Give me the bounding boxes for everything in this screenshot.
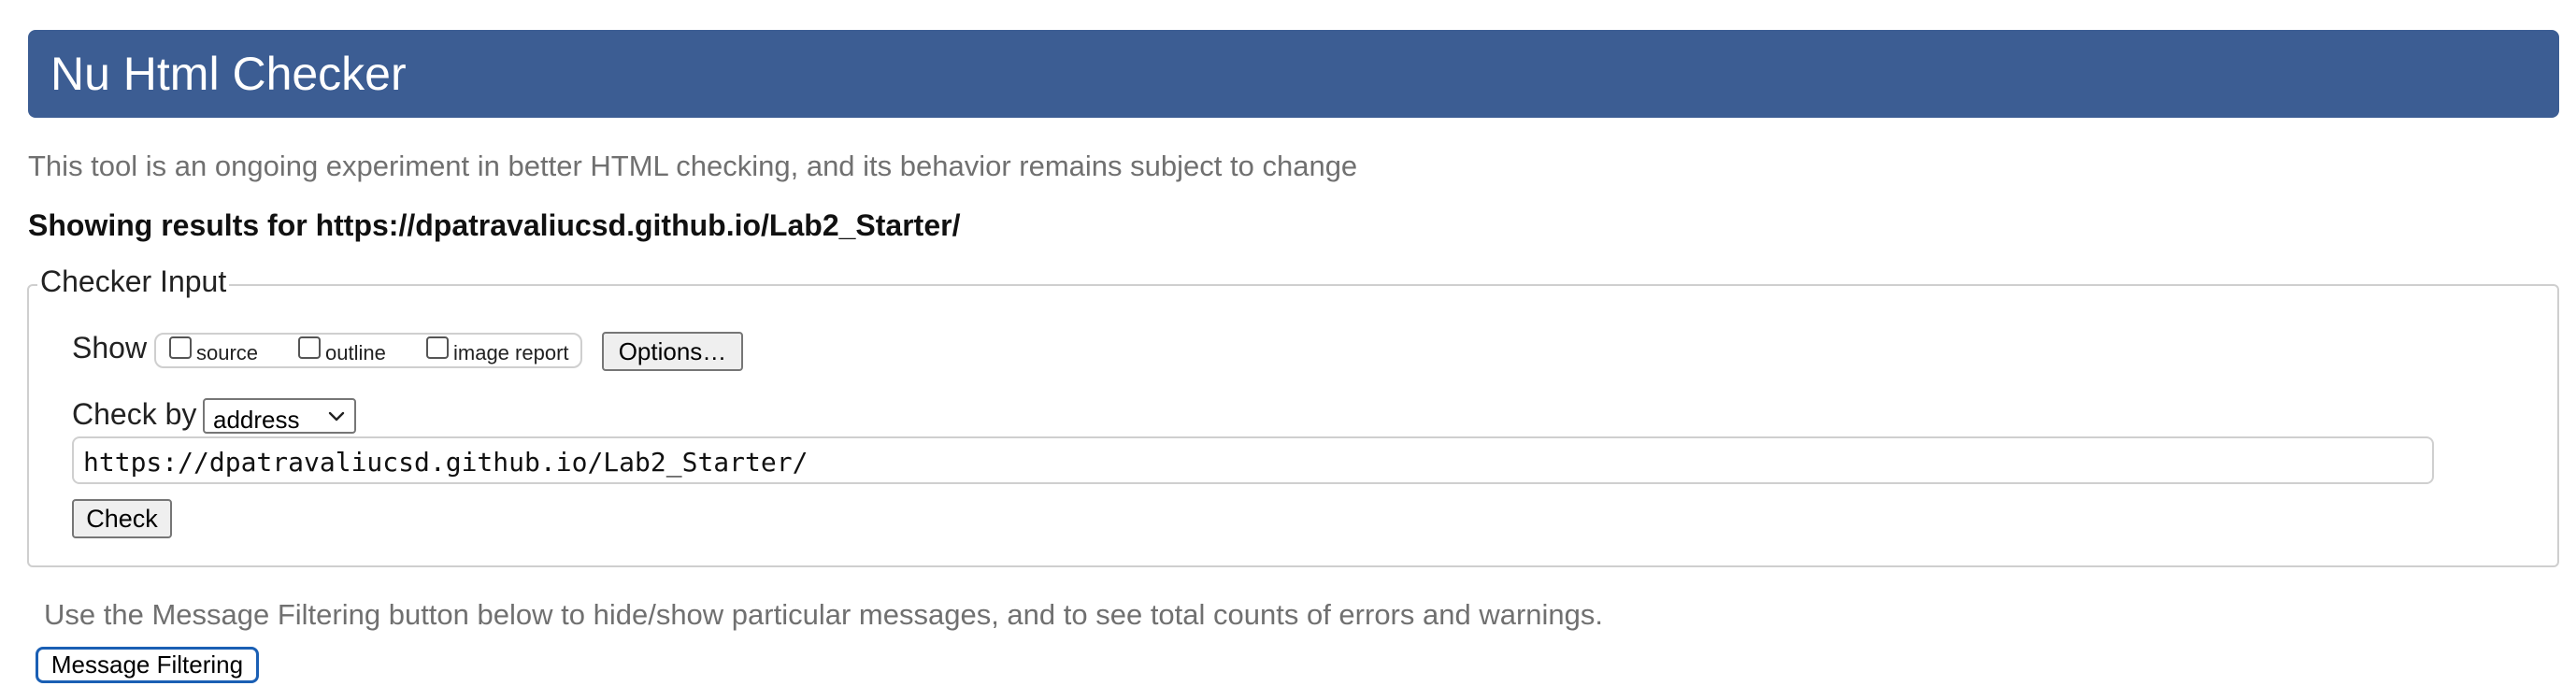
outline-checkbox-label: outline — [325, 341, 386, 364]
intro-text: This tool is an ongoing experiment in be… — [28, 150, 1358, 182]
url-input[interactable]: https://dpatravaliucsd.github.io/Lab2_St… — [72, 436, 2434, 484]
options-button[interactable]: Options… — [602, 332, 743, 371]
page-header: Nu Html Checker — [28, 30, 2559, 118]
source-checkbox[interactable] — [169, 336, 192, 359]
results-heading: Showing results for https://dpatravaliuc… — [28, 208, 961, 242]
check-button[interactable]: Check — [72, 499, 172, 538]
source-checkbox-label: source — [196, 341, 259, 364]
check-by-label: Check by — [72, 397, 197, 431]
checker-input-fieldset — [27, 284, 2559, 567]
checker-input-legend: Checker Input — [37, 264, 230, 299]
chevron-down-icon — [328, 411, 345, 422]
url-input-value: https://dpatravaliucsd.github.io/Lab2_St… — [83, 447, 809, 478]
show-label: Show — [72, 331, 148, 364]
outline-checkbox[interactable] — [298, 336, 321, 359]
page-title: Nu Html Checker — [50, 48, 407, 100]
check-by-selected-value: address — [213, 406, 300, 434]
message-filtering-button[interactable]: Message Filtering — [36, 647, 259, 683]
image-report-checkbox-label: image report — [453, 341, 569, 364]
filter-note: Use the Message Filtering button below t… — [44, 598, 1604, 631]
image-report-checkbox[interactable] — [426, 336, 449, 359]
check-by-select[interactable]: address — [203, 398, 356, 434]
page: Nu Html Checker This tool is an ongoing … — [0, 0, 2576, 686]
